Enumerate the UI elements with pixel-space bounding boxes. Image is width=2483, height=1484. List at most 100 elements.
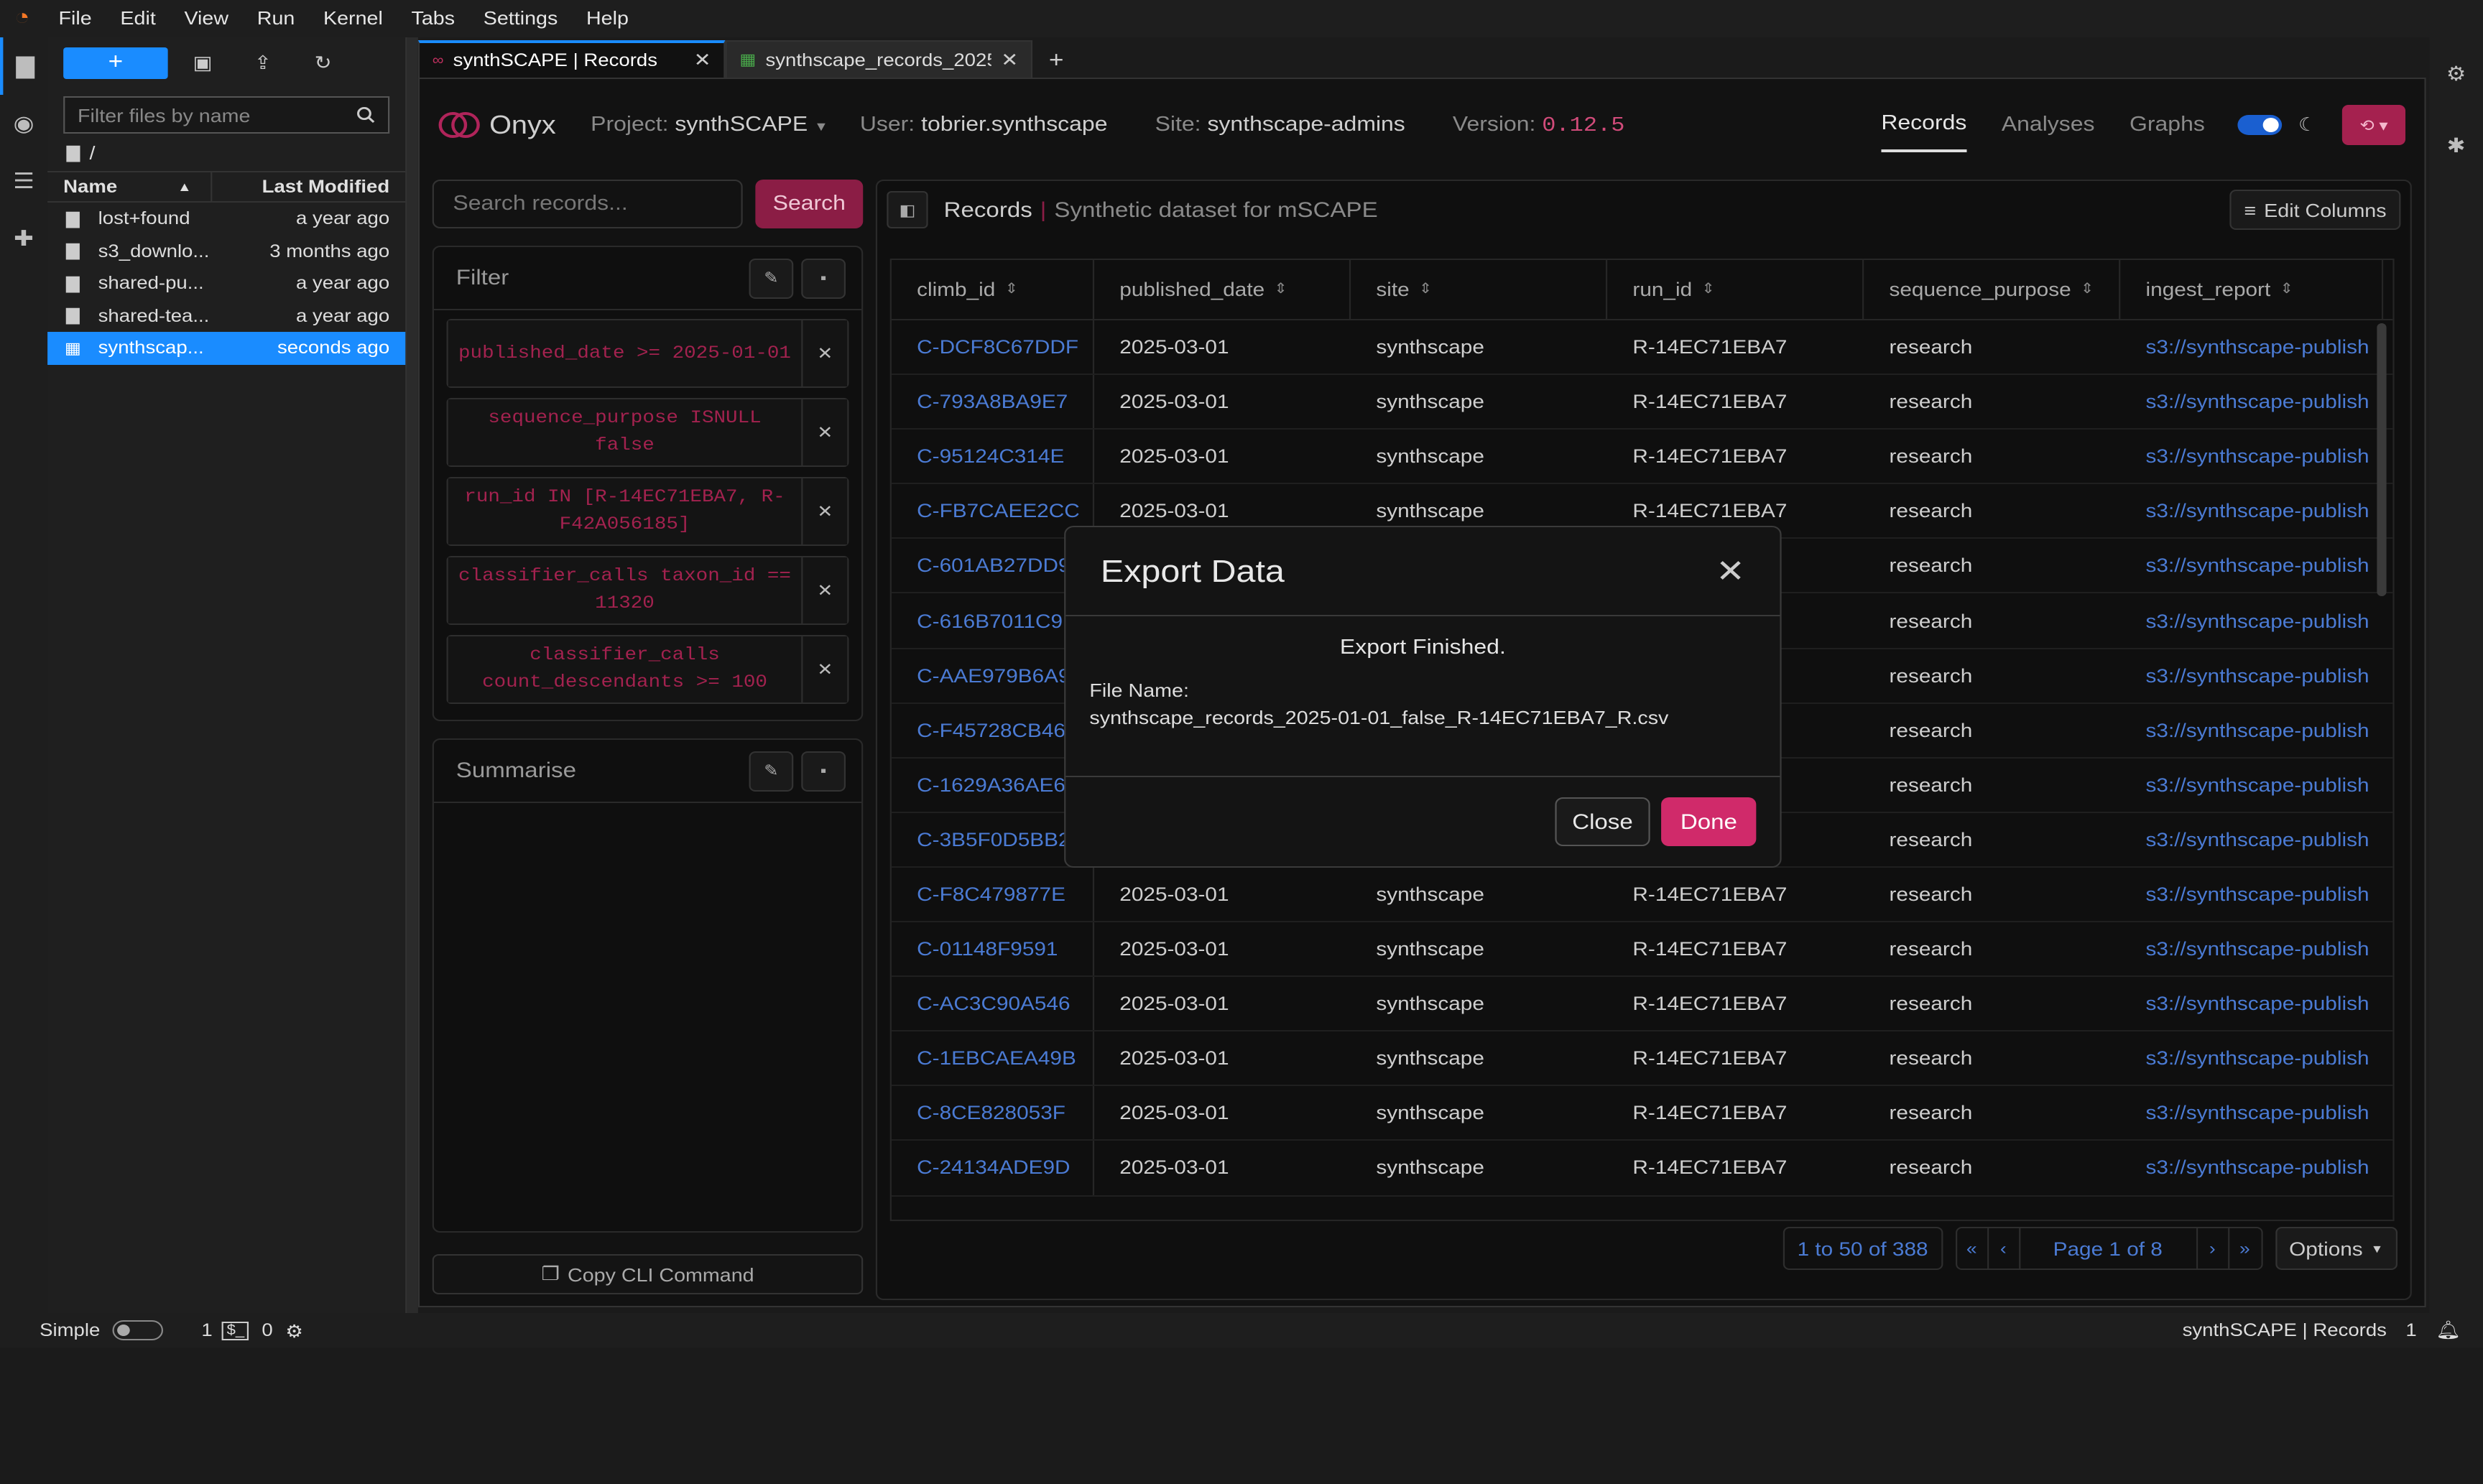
cell-climb-id[interactable]: C-DCF8C67DDF [892,320,1095,374]
cell-ingest-report[interactable]: s3://synthscape-publish [2120,594,2383,647]
menu-run[interactable]: Run [243,0,309,37]
cell-ingest-report[interactable]: s3://synthscape-publish [2120,320,2383,374]
cell-ingest-report[interactable]: s3://synthscape-publish [2120,1141,2383,1195]
column-header-run-id[interactable]: run_id ⇕ [1607,260,1864,319]
nav-records[interactable]: Records [1881,98,1967,152]
onyx-brand[interactable]: Onyx [438,110,556,140]
close-icon[interactable]: ✕ [803,320,848,386]
table-row[interactable]: C-793A8BA9E7 2025-03-01 synthscape R-14EC71… [891,375,2393,430]
cell-ingest-report[interactable]: s3://synthscape-publish [2120,375,2383,428]
tab-records[interactable]: ∞ synthSCAPE | Records ✕ [417,40,726,78]
new-launcher-button[interactable]: + [63,47,168,79]
menu-edit[interactable]: Edit [106,0,170,37]
close-icon[interactable]: ✕ [803,399,848,465]
property-inspector-icon[interactable]: ⚙ [2429,37,2483,109]
profile-dropdown-button[interactable]: ⟲ ▾ [2341,105,2406,145]
filter-item[interactable]: run_id IN [R-14EC71EBA7, R-F42A056185] ✕ [446,477,849,546]
close-icon[interactable]: ✕ [803,557,848,623]
new-tab-button[interactable]: + [1039,46,1073,78]
upload-icon[interactable]: ⇪ [238,47,289,79]
filter-item[interactable]: sequence_purpose ISNULL false ✕ [446,398,849,467]
file-row[interactable]: ▇ shared-pu... a year ago [47,267,405,300]
refresh-icon[interactable]: ↻ [297,47,348,79]
column-header-published-date[interactable]: published_date ⇕ [1094,260,1351,319]
column-header-ingest-report[interactable]: ingest_report ⇕ [2120,260,2384,319]
cell-climb-id[interactable]: C-F8C479877E [892,867,1095,922]
column-header-site[interactable]: site ⇕ [1351,260,1608,319]
file-row-selected[interactable]: ▦ synthscap... seconds ago [47,332,406,364]
column-header-sequence-purpose[interactable]: sequence_purpose ⇕ [1864,260,2121,319]
table-row[interactable]: C-AC3C90A546 2025-03-01 synthscape R-14EC71… [891,977,2393,1032]
cell-climb-id[interactable]: C-AC3C90A546 [892,977,1095,1031]
table-row[interactable]: C-8CE828053F 2025-03-01 synthscape R-14EC71… [891,1086,2393,1141]
terminal-icon[interactable]: $_ [221,1321,249,1340]
file-row[interactable]: ▇ s3_downlo... 3 months ago [47,235,405,267]
menu-kernel[interactable]: Kernel [309,0,397,37]
last-page-icon[interactable]: » [2229,1228,2261,1269]
menu-tabs[interactable]: Tabs [397,0,469,37]
cell-ingest-report[interactable]: s3://synthscape-publish [2120,430,2383,483]
search-records-input[interactable]: Search records... [432,180,743,228]
tab-csv[interactable]: ▦ synthscape_records_2025- ✕ [725,40,1033,78]
cell-climb-id[interactable]: C-8CE828053F [892,1086,1095,1140]
new-folder-icon[interactable]: ▣ [177,47,228,79]
cell-ingest-report[interactable]: s3://synthscape-publish [2120,922,2383,975]
extension-icon[interactable]: ✚ [0,210,47,267]
menu-settings[interactable]: Settings [469,0,572,37]
table-row[interactable]: C-F8C479877E 2025-03-01 synthscape R-14EC71… [891,867,2393,923]
table-row[interactable]: C-01148F9591 2025-03-01 synthscape R-14EC71… [891,922,2393,978]
cell-ingest-report[interactable]: s3://synthscape-publish [2120,1087,2383,1140]
table-scrollbar[interactable] [2377,323,2387,596]
copy-cli-command-button[interactable]: ❐ Copy CLI Command [432,1254,864,1294]
dark-mode-toggle[interactable] [2238,115,2283,135]
breadcrumb[interactable]: ▇ / [47,134,405,171]
filter-item[interactable]: classifier_calls count_descendants >= 10… [446,635,849,704]
table-row[interactable]: C-95124C314E 2025-03-01 synthscape R-14EC71… [891,430,2393,485]
nav-graphs[interactable]: Graphs [2130,99,2205,151]
cell-climb-id[interactable]: C-1EBCAEA49B [892,1031,1095,1085]
cell-ingest-report[interactable]: s3://synthscape-publish [2120,703,2383,756]
menu-view[interactable]: View [170,0,243,37]
edit-columns-button[interactable]: ≡ Edit Columns [2229,190,2401,230]
prev-page-icon[interactable]: ‹ [1988,1228,2020,1269]
close-button[interactable]: Close [1554,797,1650,846]
file-row[interactable]: ▇ shared-tea... a year ago [47,300,405,332]
cell-climb-id[interactable]: C-793A8BA9E7 [892,375,1095,429]
running-icon[interactable]: ◉ [0,95,47,152]
toc-icon[interactable]: ☰ [0,152,47,210]
nav-analyses[interactable]: Analyses [2002,99,2095,151]
table-row[interactable]: C-24134ADE9D 2025-03-01 synthscape R-14EC71… [891,1141,2393,1196]
close-icon[interactable]: ✕ [694,49,711,72]
table-row[interactable]: C-1EBCAEA49B 2025-03-01 synthscape R-14EC71… [891,1031,2393,1087]
menu-file[interactable]: File [45,0,106,37]
debugger-icon[interactable]: ✱ [2429,109,2483,181]
edit-icon[interactable]: ✎ [749,751,794,791]
file-row[interactable]: ▇ lost+found a year ago [47,203,405,235]
cell-climb-id[interactable]: C-24134ADE9D [892,1141,1095,1195]
done-button[interactable]: Done [1661,797,1757,846]
table-row[interactable]: C-DCF8C67DDF 2025-03-01 synthscape R-14EC71… [891,320,2393,376]
close-icon[interactable]: ✕ [803,478,848,544]
cell-ingest-report[interactable]: s3://synthscape-publish [2120,759,2383,812]
filter-item[interactable]: published_date >= 2025-01-01 ✕ [446,319,849,388]
column-header-climb-id[interactable]: climb_id ⇕ [892,260,1095,319]
search-button[interactable]: Search [755,180,864,228]
trash-icon[interactable]: ▪ [801,751,846,791]
close-icon[interactable]: ✕ [1001,48,1018,71]
project-dropdown[interactable]: Project: synthSCAPE ▼ [591,113,828,136]
kernel-icon[interactable]: ⚙ [285,1320,303,1341]
cell-ingest-report[interactable]: s3://synthscape-publish [2120,539,2383,593]
filter-item[interactable]: classifier_calls taxon_id == 11320 ✕ [446,556,849,625]
menu-help[interactable]: Help [572,0,643,37]
options-dropdown-button[interactable]: Options ▼ [2275,1227,2398,1270]
cell-climb-id[interactable]: C-95124C314E [892,430,1095,483]
close-icon[interactable]: ✕ [1716,552,1745,590]
cell-ingest-report[interactable]: s3://synthscape-publish [2120,868,2383,921]
cell-climb-id[interactable]: C-FB7CAEE2CC [892,484,1095,538]
trash-icon[interactable]: ▪ [801,258,846,298]
column-header-modified[interactable]: Last Modified [212,177,405,197]
folder-icon[interactable]: ▇ [0,37,47,95]
breadcrumb-root[interactable]: / [89,142,95,163]
cell-ingest-report[interactable]: s3://synthscape-publish [2120,977,2383,1030]
panel-splitter[interactable] [407,37,418,1313]
